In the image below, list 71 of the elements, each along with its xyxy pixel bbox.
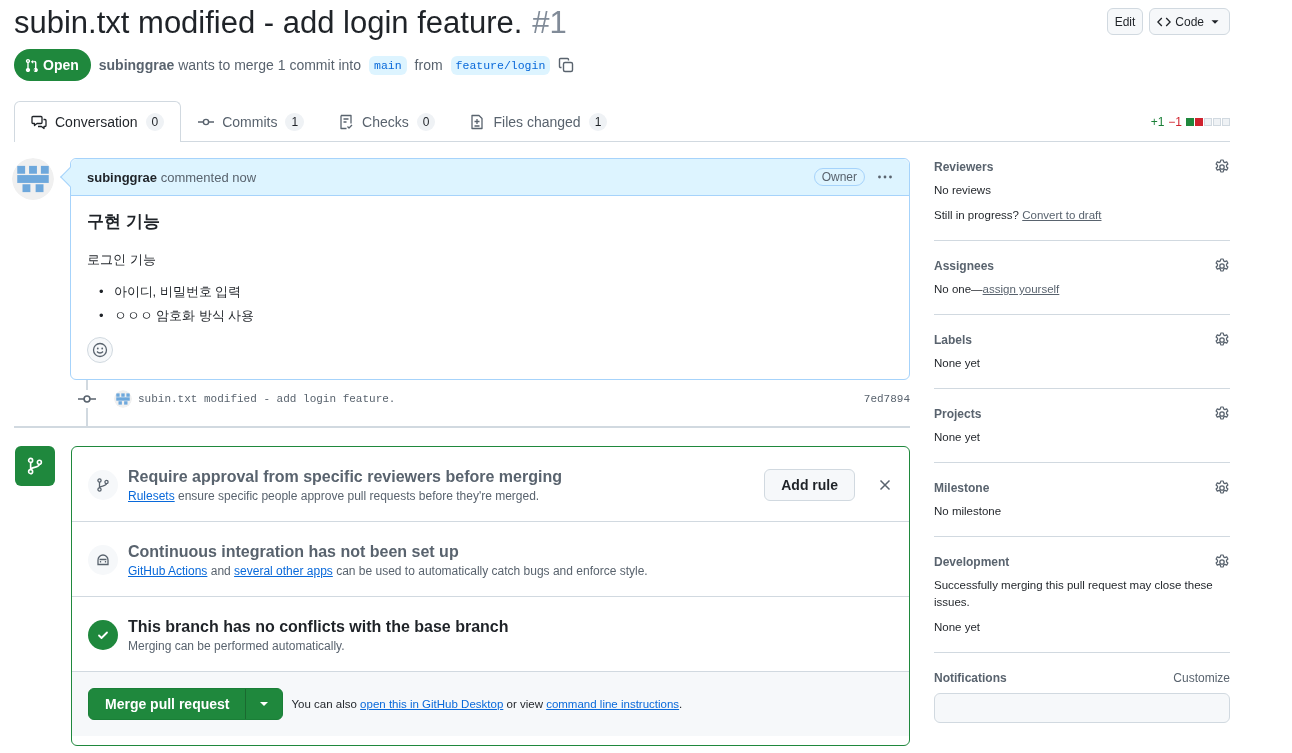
additions-count: +1	[1150, 115, 1165, 129]
inline-link[interactable]: assign yourself	[982, 283, 1060, 295]
comment-author-line: subinggrae commented now	[87, 169, 257, 185]
merge-check-title: Continuous integration has not been set up	[128, 542, 460, 561]
merge-check-description: Rulesets ensure specific people approve pull requests before they're merged.	[128, 488, 541, 503]
sidebar-heading: Labels	[934, 333, 972, 347]
tab[interactable]: Commits 1	[181, 101, 322, 142]
copy-icon	[558, 57, 575, 73]
checklist-icon	[338, 114, 355, 130]
sidebar-heading: Development	[934, 555, 1010, 569]
status-badge: Open	[14, 49, 91, 81]
bullet-mark: •	[99, 307, 104, 325]
comment-icon	[31, 114, 47, 130]
close-icon	[877, 477, 893, 493]
pull-request-icon	[24, 57, 39, 73]
merge-check-title: Require approval from specific reviewers before merging	[128, 467, 563, 486]
merge-check-description: GitHub Actions and several other apps can be used to automatically catch bugs and enforce style.	[128, 563, 649, 578]
merge-branch-icon	[25, 456, 45, 476]
sidebar-heading: Assignees	[934, 259, 995, 273]
commit-avatar-icon	[114, 390, 132, 408]
settings-icon	[1214, 159, 1230, 175]
tab[interactable]: Files changed 1	[452, 101, 625, 142]
add-rule-button[interactable]: Add rule	[764, 469, 855, 501]
settings-icon	[1214, 258, 1230, 274]
inline-link[interactable]: Rulesets	[128, 488, 175, 503]
sidebar-text: No one—assign yourself	[934, 282, 1061, 297]
code-button[interactable]: Code	[1149, 8, 1230, 35]
deletions-count: −1	[1168, 115, 1182, 129]
comment-heading: 구현 기능	[87, 211, 161, 233]
merge-note: You can also open this in GitHub Desktop or view command line instructions.	[291, 698, 683, 710]
merge-summary: subinggrae wants to merge 1 commit into	[98, 57, 361, 73]
inline-link[interactable]: open this in GitHub Desktop	[360, 698, 504, 710]
pr-number: #1	[532, 4, 567, 42]
sidebar-text: Still in progress? Convert to draft	[934, 208, 1103, 223]
sidebar-text: No reviews	[934, 183, 992, 198]
sidebar-text: No milestone	[934, 504, 1003, 519]
sidebar-heading: Milestone	[934, 481, 990, 495]
smiley-icon	[92, 342, 108, 358]
settings-icon	[1214, 554, 1230, 570]
tab[interactable]: Checks 0	[321, 101, 453, 142]
sidebar-text: None yet	[934, 430, 982, 445]
sidebar-text: Successfully merging this pull request may close these issues.	[934, 578, 1214, 610]
edit-button[interactable]: Edit	[1106, 8, 1144, 35]
merge-check-description: Merging can be performed automatically.	[128, 638, 346, 653]
sidebar-text: None yet	[934, 620, 982, 635]
from-text: from	[414, 57, 443, 73]
sidebar-heading: Projects	[934, 407, 982, 421]
comment-paragraph: 로그인 기능	[87, 251, 157, 269]
list-item: ㅇㅇㅇ 암호화 방식 사용	[113, 307, 255, 325]
tab[interactable]: Conversation 0	[14, 101, 182, 142]
customize-link[interactable]: Customize	[1173, 671, 1230, 685]
list-item: 아이디, 비밀번호 입력	[113, 283, 242, 301]
inline-link[interactable]: several other apps	[234, 563, 333, 578]
settings-icon	[1214, 480, 1230, 496]
pr-title: subin.txt modified - add login feature.	[14, 4, 523, 42]
inline-link[interactable]: GitHub Actions	[128, 563, 208, 578]
bullet-mark: •	[99, 283, 104, 301]
reaction-button[interactable]	[87, 337, 113, 363]
commit-message[interactable]: subin.txt modified - add login feature.	[138, 393, 396, 405]
head-branch[interactable]: feature/login	[450, 55, 551, 75]
sidebar-heading: Notifications	[934, 671, 1007, 685]
merge-check-title: This branch has no conflicts with the base branch	[128, 617, 510, 636]
sidebar-text: None yet	[934, 356, 982, 371]
avatar-icon	[12, 158, 54, 200]
commit-sha[interactable]: 7ed7894	[863, 393, 910, 405]
sidebar-heading: Reviewers	[934, 160, 994, 174]
base-branch[interactable]: main	[369, 55, 407, 75]
file-diff-icon	[469, 114, 486, 130]
settings-icon	[1214, 332, 1230, 348]
inline-link[interactable]: Convert to draft	[1022, 209, 1102, 221]
settings-icon	[1214, 406, 1230, 422]
